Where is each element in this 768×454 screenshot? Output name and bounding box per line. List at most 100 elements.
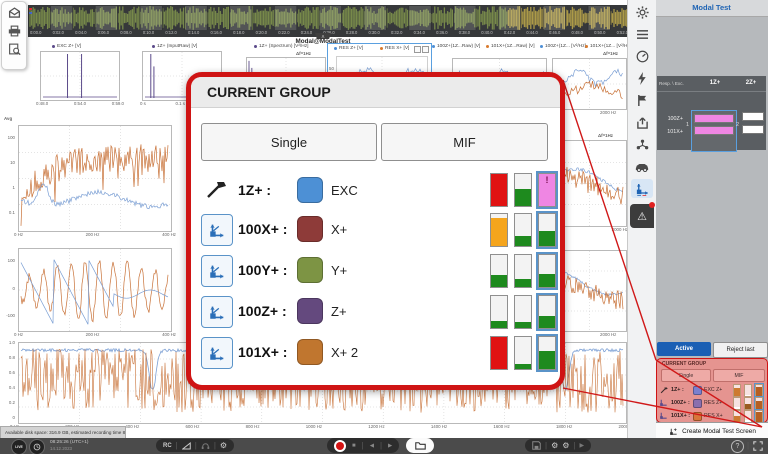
fullscreen-icon[interactable] [753,441,763,451]
skip-end-button[interactable]: ▶ [388,443,392,449]
live-badge[interactable]: LIVE [11,439,27,454]
chart-frf-magnitude[interactable] [18,125,172,232]
rc-button[interactable]: RC [163,443,172,449]
axes-button[interactable] [201,296,233,328]
chart-exc-time[interactable] [40,51,120,101]
panel-title[interactable]: Modal Test [655,0,768,17]
timeline-tick: 0:44.0 [526,30,537,37]
level-meters: ! [490,173,556,207]
channel-color-swatch[interactable] [297,177,323,203]
single-button-mini[interactable]: Single [661,369,711,382]
setup-gear-icon[interactable]: ⚙ [220,441,227,450]
timeline-tick: 0:46.0 [549,30,560,37]
ruler-icon[interactable] [182,442,191,450]
timeline-tick: 0:22.0 [278,30,289,37]
channel-color-swatch[interactable] [693,399,702,408]
axis-link-buttons[interactable] [414,46,429,53]
timeline-tick: 0:18.0 [233,30,244,37]
channel-color-swatch[interactable] [693,412,702,421]
store-icon[interactable] [8,7,21,19]
chart-exc-xticks: 0:48.00:54.00:59.0 [36,101,124,106]
chart-inputraw-xticks: 0 s0.1 s [140,101,185,106]
timeline-tick: 0:00.0 [30,30,41,37]
record-button[interactable] [334,440,346,452]
network-structure-icon[interactable] [631,135,653,154]
headset-icon[interactable] [201,442,210,450]
timeline-tick: 0:48.0 [572,30,583,37]
mini-group-title: CURRENT GROUP [657,359,767,367]
matrix-col-header: 2Z+ [737,80,765,86]
export-icon[interactable] [631,113,653,132]
channel-color-swatch[interactable] [693,386,702,395]
axes-icon[interactable] [659,398,668,407]
measurement-bar [742,125,764,134]
vehicle-icon[interactable] [631,157,653,176]
res-ytick: 50 [329,66,334,71]
measurement-bar [694,126,734,135]
axes-icon [208,303,226,321]
right-low-xtick: 2000 Hz [600,332,616,337]
df-label: Δf=1Hz [603,51,618,56]
clock-datetime: 08:25:26 (UTC+1) 14.12.2023 [50,440,89,452]
matrix-corner-label: Resp. \ Exc. [659,81,684,86]
measure-gauge-icon[interactable] [631,47,653,66]
report-preview-icon[interactable] [8,43,21,55]
flag-icon[interactable] [631,91,653,110]
skip-start-button[interactable]: ◀ [370,443,374,449]
timeline-tick: 0:08.0 [120,30,131,37]
channel-color-swatch[interactable] [297,216,323,242]
sync-icon [33,443,41,451]
channel-id: 101X+ : [671,413,690,419]
storing-gear-icon[interactable]: ⚙ [551,441,558,450]
sync-badge[interactable] [29,439,45,454]
legend-spectrum: 1Z+ (Spectrum) [V²/Hz] [254,44,308,49]
channel-list-icon[interactable] [631,25,653,44]
mini-channel-row: 100Z+ : RES Z+ [657,397,767,409]
axes-icon[interactable] [659,411,668,420]
processing-gear-icon[interactable]: ⚙ [562,441,569,450]
open-file-button[interactable] [406,438,434,453]
trigger-lightning-icon[interactable] [631,69,653,88]
axes-button[interactable] [201,255,233,287]
channel-color-swatch[interactable] [297,257,323,283]
chart-frf-phase[interactable] [18,248,172,332]
mif-button[interactable]: MIF [381,123,548,161]
stop-button[interactable]: ■ [352,443,356,449]
cursor-marker-red [29,8,32,10]
warnings-tab[interactable]: ⚠ [630,204,654,228]
timeline-tick: 0:10.0 [143,30,154,37]
channel-id: 100Z+ : [671,400,690,406]
active-button[interactable]: Active [657,342,711,356]
series-dot-icon [52,45,55,48]
single-button[interactable]: Single [201,123,377,161]
help-button[interactable]: ? [731,440,744,453]
modal-test-icon[interactable] [631,179,653,198]
recording-overview-strip[interactable]: 0:00.00:02.00:04.00:06.00:08.00:10.00:12… [28,5,700,37]
frf-phase-yticks: 1000-100 [2,258,15,318]
play-button[interactable]: ▶ [580,442,585,449]
save-icon[interactable] [532,441,541,450]
axes-icon [208,221,226,239]
legend-101x-raw: 101X+(1Z...Raw) [V] [486,44,535,49]
series-dot-icon [540,45,543,48]
axes-button[interactable] [201,337,233,369]
channel-label: RES X+ [704,413,723,419]
channel-row: 100Z+ : Z+ [191,295,560,331]
channel-row: 100Y+ : Y+ [191,254,560,290]
axes-button[interactable] [201,214,233,246]
disk-space-status: Available disk space: 316.9 GB, estimate… [0,426,126,438]
channel-color-swatch[interactable] [297,298,323,324]
settings-gear-icon[interactable] [631,3,653,22]
matrix-cell-selected[interactable] [691,110,737,152]
matrix-cell-empty[interactable] [742,112,764,142]
reject-last-button[interactable]: Reject last [713,342,768,358]
mif-button-mini[interactable]: MIF [713,369,765,382]
channel-label: EXC Z+ [704,387,722,393]
df-label: Δf=1Hz [598,133,613,138]
right-toolbar: ⚠ [627,0,656,438]
channel-color-swatch[interactable] [297,339,323,365]
print-icon[interactable] [8,25,21,37]
timeline-tick: 0:28.0 [346,30,357,37]
level-meters-mini [733,397,763,410]
timeline-tick: 0:02.0 [53,30,64,37]
